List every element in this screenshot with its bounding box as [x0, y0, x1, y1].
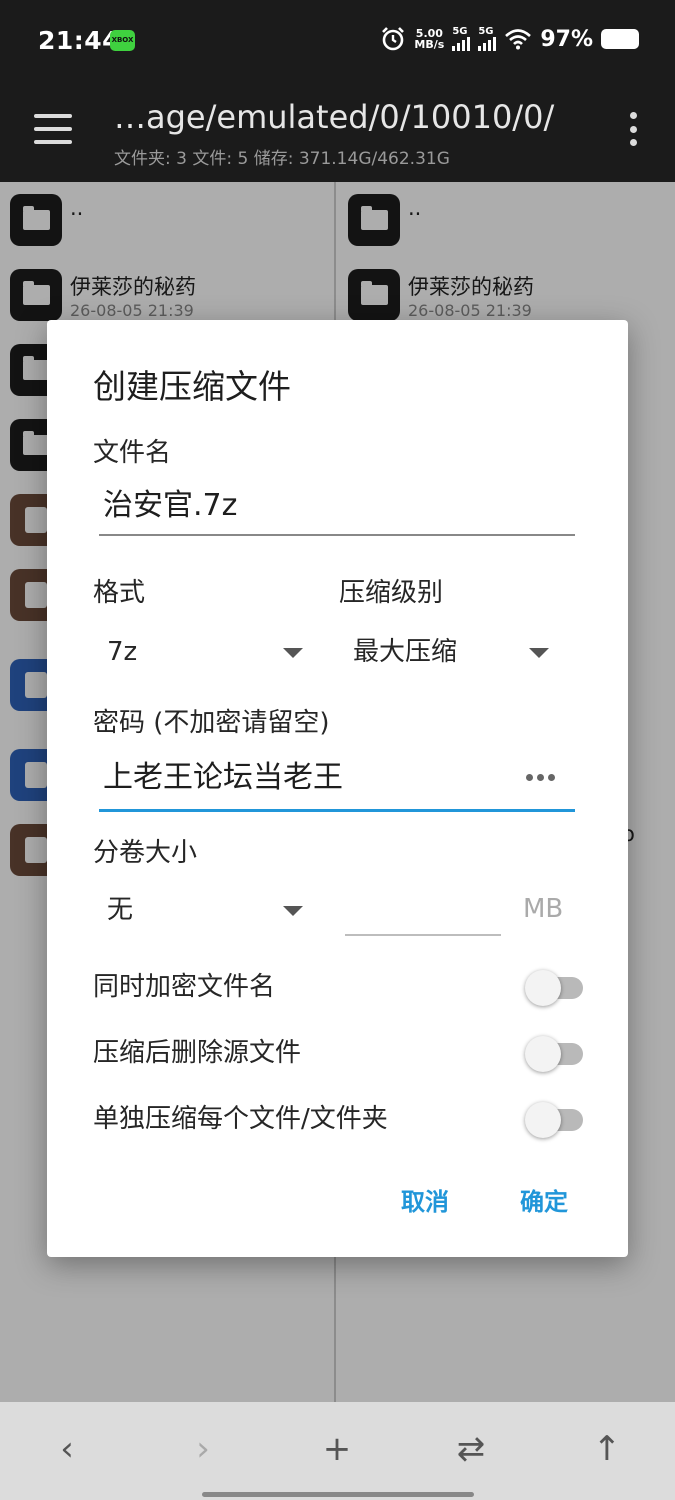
chevron-down-icon — [283, 648, 303, 658]
format-label: 格式 — [93, 578, 146, 608]
chevron-down-icon — [283, 906, 303, 916]
delete-source-row[interactable]: 压缩后删除源文件 — [93, 1032, 583, 1072]
chevron-down-icon — [529, 648, 549, 658]
custom-volume-size-input[interactable] — [345, 886, 501, 936]
compress-separately-label: 单独压缩每个文件/文件夹 — [93, 1104, 388, 1134]
password-input[interactable]: 上老王论坛当老王 — [99, 756, 575, 812]
forward-icon[interactable]: › — [178, 1424, 228, 1474]
filename-label: 文件名 — [93, 438, 172, 468]
create-archive-dialog: 创建压缩文件 文件名 治安官.7z 格式 压缩级别 7z 最大压缩 密码 (不加… — [47, 320, 628, 1257]
parent-folder-icon[interactable]: ↑ — [582, 1424, 632, 1474]
ok-button[interactable]: 确定 — [520, 1182, 568, 1217]
xbox-notification-icon: XBOX — [110, 30, 135, 51]
compression-level-value: 最大压缩 — [353, 637, 458, 667]
encrypt-filenames-toggle[interactable] — [525, 970, 583, 1006]
home-indicator[interactable] — [202, 1492, 474, 1497]
add-icon[interactable]: + — [312, 1424, 362, 1474]
compression-level-select[interactable]: 最大压缩 — [339, 628, 549, 676]
compression-level-label: 压缩级别 — [339, 578, 444, 608]
bottom-toolbar: ‹ › + ⇄ ↑ — [0, 1402, 675, 1500]
compress-separately-row[interactable]: 单独压缩每个文件/文件夹 — [93, 1098, 583, 1138]
more-options-icon[interactable] — [629, 112, 637, 146]
current-path[interactable]: …age/emulated/0/10010/0/ — [114, 98, 554, 136]
dialog-title: 创建压缩文件 — [93, 367, 291, 406]
password-value: 上老王论坛当老王 — [103, 760, 343, 795]
clock: 21:44 — [38, 26, 121, 55]
app-bar: …age/emulated/0/10010/0/ 文件夹: 3 文件: 5 储存… — [0, 84, 675, 182]
cancel-button[interactable]: 取消 — [401, 1182, 449, 1217]
encrypt-filenames-row[interactable]: 同时加密文件名 — [93, 966, 583, 1006]
battery-icon — [601, 29, 639, 49]
wifi-icon — [505, 29, 532, 50]
sim2-signal-icon: 5G — [478, 27, 497, 51]
status-icons: 5.00 MB/s 5G 5G 97% — [380, 26, 639, 52]
format-select[interactable]: 7z — [93, 628, 303, 676]
storage-stats: 文件夹: 3 文件: 5 储存: 371.14G/462.31G — [114, 149, 450, 169]
delete-source-label: 压缩后删除源文件 — [93, 1038, 302, 1068]
volume-unit-label: MB — [523, 894, 564, 924]
format-value: 7z — [107, 637, 138, 667]
back-icon[interactable]: ‹ — [42, 1424, 92, 1474]
swap-panes-icon[interactable]: ⇄ — [446, 1424, 496, 1474]
delete-source-toggle[interactable] — [525, 1036, 583, 1072]
volume-size-value: 无 — [107, 895, 134, 925]
volume-size-label: 分卷大小 — [93, 838, 198, 868]
password-label: 密码 (不加密请留空) — [93, 708, 330, 738]
show-password-icon[interactable] — [526, 774, 555, 781]
sim1-signal-icon: 5G — [452, 27, 471, 51]
compress-separately-toggle[interactable] — [525, 1102, 583, 1138]
battery-percent: 97% — [540, 26, 593, 52]
network-speed: 5.00 MB/s — [414, 27, 445, 51]
menu-icon[interactable] — [34, 114, 72, 144]
status-bar: 21:44 XBOX 5.00 MB/s 5G 5G 97% — [0, 0, 675, 84]
alarm-icon — [382, 27, 405, 51]
encrypt-filenames-label: 同时加密文件名 — [93, 972, 276, 1002]
volume-size-select[interactable]: 无 — [93, 886, 303, 934]
filename-input[interactable]: 治安官.7z — [99, 484, 575, 536]
